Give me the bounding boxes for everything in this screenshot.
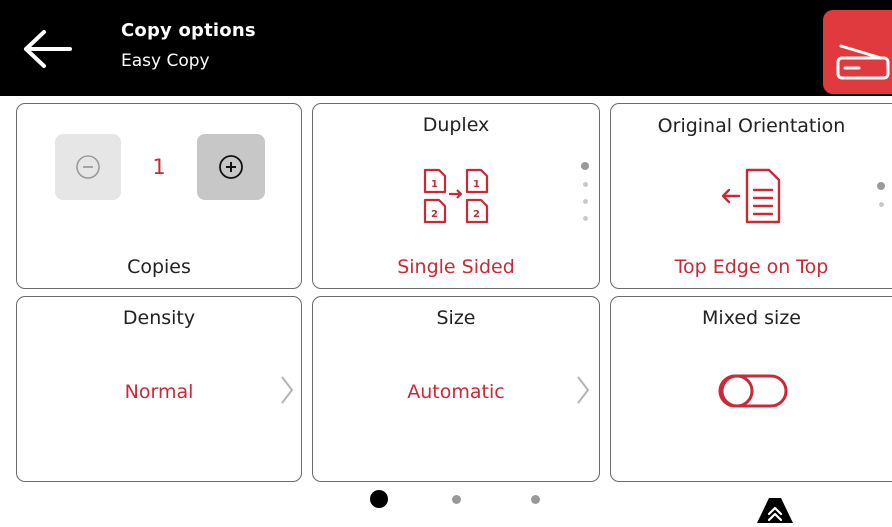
mixed-size-card: Mixed size — [610, 296, 892, 482]
page-indicator — [360, 488, 560, 510]
size-card[interactable]: Size Automatic — [312, 296, 600, 482]
duplex-title: Duplex — [422, 114, 490, 136]
orientation-scroll-dots — [877, 182, 885, 207]
duplex-value: Single Sided — [397, 256, 515, 278]
size-title: Size — [436, 307, 476, 329]
page-title: Copy options — [121, 20, 256, 41]
plus-circle-icon — [219, 155, 243, 179]
duplex-card[interactable]: Duplex 1 2 1 2 Single Sided — [312, 103, 600, 289]
page-dot[interactable] — [531, 495, 540, 504]
scan-button[interactable] — [823, 10, 892, 94]
chevron-right-icon — [281, 376, 294, 404]
duplex-pages-icon: 1 2 1 2 — [423, 168, 489, 224]
double-chevron-up-icon — [757, 498, 793, 523]
scroll-dot — [582, 182, 588, 187]
header-titles: Copy options Easy Copy — [121, 20, 256, 71]
page-dot-active[interactable] — [370, 490, 388, 508]
orientation-card[interactable]: Original Orientation Top Edge on Top — [610, 103, 892, 289]
minus-circle-icon — [76, 155, 100, 179]
density-title: Density — [122, 307, 196, 329]
duplex-scroll-dots — [581, 162, 589, 221]
toggle-off-icon[interactable] — [718, 373, 788, 409]
svg-text:1: 1 — [473, 179, 480, 190]
svg-text:1: 1 — [431, 179, 438, 190]
svg-text:2: 2 — [473, 209, 480, 220]
copies-stepper[interactable]: 1 — [55, 134, 265, 200]
scanner-icon — [836, 44, 890, 80]
increment-button[interactable] — [197, 134, 265, 200]
scroll-dot-active — [581, 162, 589, 170]
copies-label: Copies — [127, 256, 191, 278]
top-bar: Copy options Easy Copy — [0, 0, 892, 96]
density-value: Normal — [124, 381, 194, 403]
copies-count-field[interactable]: 1 — [121, 134, 197, 200]
document-arrow-left-icon — [721, 168, 781, 224]
scroll-dot-active — [877, 182, 885, 190]
decrement-button[interactable] — [55, 134, 121, 200]
orientation-title: Original Orientation — [657, 115, 846, 137]
page-subtitle: Easy Copy — [121, 51, 210, 71]
chevron-right-icon — [577, 376, 590, 404]
scroll-dot — [582, 199, 588, 204]
back-button[interactable] — [20, 28, 74, 70]
arrow-left-icon — [24, 30, 72, 68]
size-value: Automatic — [407, 381, 505, 403]
mixed-size-title: Mixed size — [702, 307, 801, 329]
scroll-dot — [582, 216, 588, 221]
scroll-up-button[interactable] — [749, 498, 801, 523]
page-dot[interactable] — [452, 495, 461, 504]
density-card[interactable]: Density Normal — [16, 296, 302, 482]
scroll-dot — [878, 202, 884, 207]
svg-text:2: 2 — [431, 209, 438, 220]
orientation-value: Top Edge on Top — [674, 256, 829, 278]
copies-card: 1 Copies — [16, 103, 302, 289]
